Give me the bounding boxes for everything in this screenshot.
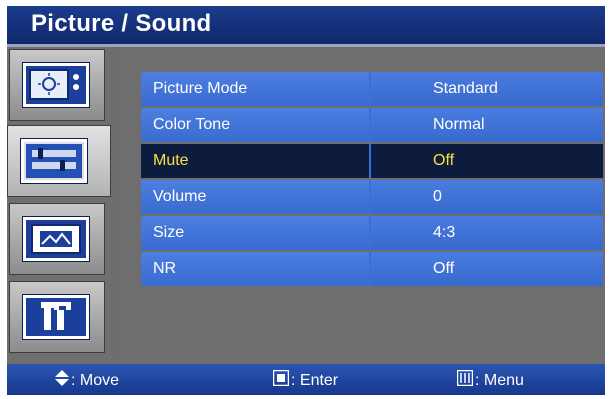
menu-row-value: Normal <box>371 108 603 142</box>
page-title: Picture / Sound <box>31 10 212 37</box>
up-down-arrow-icon <box>55 370 69 392</box>
menu-row-color-tone[interactable]: Color Tone Normal <box>141 108 603 142</box>
bottom-hint-bar: : Move : Enter : Menu <box>7 364 605 395</box>
menu-row-mute[interactable]: Mute Off <box>141 144 603 178</box>
hint-move-label: : Move <box>71 372 120 390</box>
hint-enter: : Enter <box>272 369 339 392</box>
hint-move: : Move <box>55 370 119 390</box>
menu-row-value: Off <box>371 252 603 286</box>
menu-row-label: Color Tone <box>141 108 369 142</box>
screen-image-icon <box>23 217 89 261</box>
enter-square-icon <box>272 369 290 392</box>
menu-row-value: 4:3 <box>371 216 603 250</box>
sidebar-tab-sound[interactable] <box>7 125 111 197</box>
menu-row-value: Off <box>371 144 603 178</box>
hint-enter-label: : Enter <box>291 372 339 390</box>
menu-row-nr[interactable]: NR Off <box>141 252 603 286</box>
menu-row-label: Mute <box>141 144 369 178</box>
menu-row-label: Picture Mode <box>141 72 369 106</box>
menu-row-volume[interactable]: Volume 0 <box>141 180 603 214</box>
menu-row-value: 0 <box>371 180 603 214</box>
osd-window: Picture / Sound Picture Mode Standard Co… <box>7 6 605 395</box>
content-panel: Picture Mode Standard Color Tone Normal … <box>117 47 605 364</box>
menu-table: Picture Mode Standard Color Tone Normal … <box>141 72 603 288</box>
sidebar-tab-screen[interactable] <box>9 203 105 275</box>
tools-icon <box>23 295 89 339</box>
hint-menu: : Menu <box>456 369 524 392</box>
menu-row-label: NR <box>141 252 369 286</box>
title-bar: Picture / Sound <box>7 6 605 47</box>
menu-row-label: Size <box>141 216 369 250</box>
menu-bars-icon <box>456 369 474 392</box>
menu-row-size[interactable]: Size 4:3 <box>141 216 603 250</box>
menu-row-picture-mode[interactable]: Picture Mode Standard <box>141 72 603 106</box>
sidebar-tab-picture[interactable] <box>9 49 105 121</box>
hint-menu-label: : Menu <box>475 372 524 390</box>
menu-row-value: Standard <box>371 72 603 106</box>
sidebar <box>7 47 111 364</box>
tv-picture-icon <box>23 63 89 107</box>
sidebar-tab-setup[interactable] <box>9 281 105 353</box>
sound-settings-icon <box>21 139 87 183</box>
menu-row-label: Volume <box>141 180 369 214</box>
